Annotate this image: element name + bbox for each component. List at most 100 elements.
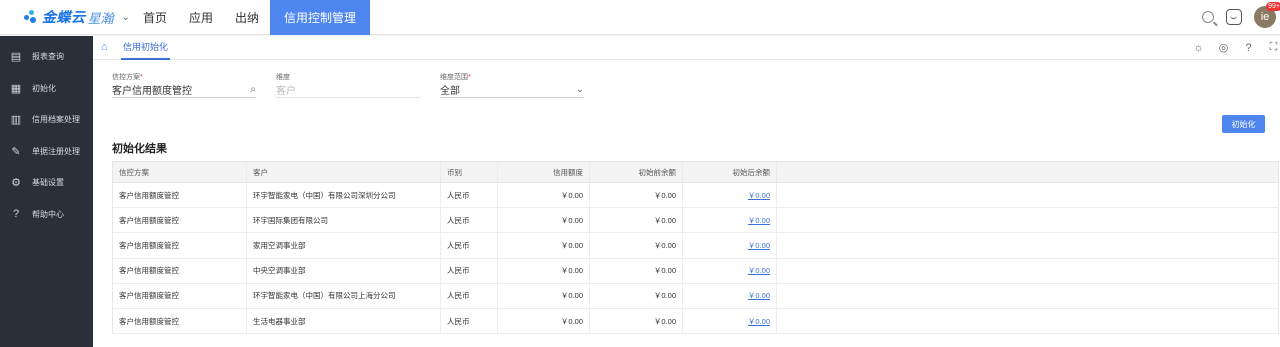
table-cell: 人民币 [441,183,498,208]
table-cell: 生活电器事业部 [247,308,441,334]
dimension-field: 维度 客户 [276,72,420,98]
balance-after-link[interactable]: ￥0.00 [748,190,770,201]
balance-after-link[interactable]: ￥0.00 [748,215,770,226]
table-row[interactable]: 客户信用额度管控 中央空调事业部 人民币 ￥0.00 ￥0.00 ￥0.00 [113,258,1278,284]
table-cell: ￥0.00 [498,183,590,208]
main-content: ⌂ 信用初始化 ☼ ◎ ? ⛶ 信控方案* 客户信用额度管控 ⌕ 维度 客户 维… [93,36,1280,347]
table-cell: ￥0.00 [590,308,683,334]
sidebar-item-document[interactable]: ✎ 单据注册处理 [0,136,93,168]
table-cell: 客户信用额度管控 [113,283,247,308]
dimension-value: 客户 [276,86,296,97]
table-cell: ￥0.00 [498,283,590,308]
table-body: 客户信用额度管控 环宇智能家电（中国）有限公司深圳分公司 人民币 ￥0.00 ￥0.00… [113,183,1278,335]
filter-bar: 信控方案* 客户信用额度管控 ⌕ 维度 客户 维度范围* 全部 ⌄ [112,72,584,98]
column-header[interactable]: 初始前余额 [590,162,683,182]
sidebar-item-label: 报表查询 [32,52,64,62]
sidebar-item-settings[interactable]: ⚙ 基础设置 [0,167,93,199]
table-row[interactable]: 客户信用额度管控 环宇智能家电（中国）有限公司深圳分公司 人民币 ￥0.00 ￥0.00… [113,183,1278,209]
table-cell: ￥0.00 [683,208,777,233]
table-cell: ￥0.00 [590,258,683,283]
dimension-range-select[interactable]: 维度范围* 全部 ⌄ [440,72,584,98]
avatar[interactable]: ie 99+ [1254,2,1280,28]
balance-after-link[interactable]: ￥0.00 [748,240,770,251]
dimension-range-label: 维度范围 [440,74,468,81]
sidebar-item-label: 单据注册处理 [32,146,80,156]
table-cell: ￥0.00 [590,208,683,233]
brand-logo[interactable]: 金蝶云 星瀚 ⌄ [0,7,132,27]
sidebar-item-init[interactable]: ▦ 初始化 [0,73,93,105]
column-header[interactable]: 币别 [441,162,498,182]
nav-credit-control[interactable]: 信用控制管理 [270,0,371,35]
report-icon: ▤ [10,51,22,64]
table-cell: 人民币 [441,308,498,334]
credit-scheme-field[interactable]: 信控方案* 客户信用额度管控 ⌕ [112,72,256,98]
credit-scheme-label: 信控方案 [112,74,140,81]
column-header[interactable]: 信控方案 [113,162,247,182]
nav-cashier[interactable]: 出纳 [224,0,270,35]
section-title: 初始化结果 [112,143,167,155]
nav-apps[interactable]: 应用 [178,0,224,35]
table-cell: ￥0.00 [683,258,777,283]
table-cell: ￥0.00 [683,283,777,308]
sidebar-item-report[interactable]: ▤ 报表查询 [0,41,93,73]
lightbulb-icon[interactable]: ☼ [1192,41,1205,54]
table-cell: 人民币 [441,208,498,233]
tab-bar: ⌂ 信用初始化 ☼ ◎ ? ⛶ [93,36,1280,60]
initialize-button[interactable]: 初始化 [1222,115,1265,133]
dimension-range-value: 全部 [440,86,460,97]
table-cell: 环宇国际集团有限公司 [247,208,441,233]
table-cell: ￥0.00 [498,208,590,233]
balance-after-link[interactable]: ￥0.00 [748,265,770,276]
table-row[interactable]: 客户信用额度管控 环宇国际集团有限公司 人民币 ￥0.00 ￥0.00 ￥0.00 [113,208,1278,234]
nav-home[interactable]: 首页 [132,0,178,35]
avatar-initials: ie [1260,11,1270,23]
sidebar-item-help[interactable]: ? 帮助中心 [0,199,93,231]
table-cell: ￥0.00 [498,233,590,258]
chevron-down-icon[interactable]: ⌄ [122,12,130,23]
fullscreen-icon[interactable]: ⛶ [1267,41,1280,54]
table-cell: 客户信用额度管控 [113,308,247,334]
table-row[interactable]: 客户信用额度管控 家用空调事业部 人民币 ￥0.00 ￥0.00 ￥0.00 [113,233,1278,259]
table-header: 信控方案 客户 币别 信用额度 初始前余额 初始后余额 [113,162,1278,183]
sidebar: ▤ 报表查询 ▦ 初始化 ▥ 信用档案处理 ✎ 单据注册处理 ⚙ 基础设置 ? … [0,36,93,347]
sidebar-item-label: 信用档案处理 [32,115,80,125]
credit-scheme-value: 客户信用额度管控 [112,86,192,97]
service-icon[interactable]: ◎ [1217,41,1230,54]
table-cell: 中央空调事业部 [247,258,441,283]
help-icon: ? [12,208,20,221]
column-header[interactable]: 信用额度 [498,162,590,182]
table-cell: 客户信用额度管控 [113,258,247,283]
tab-credit-init[interactable]: 信用初始化 [121,36,171,60]
table-cell: 人民币 [441,233,498,258]
search-icon[interactable] [1202,11,1214,23]
table-cell: ￥0.00 [498,258,590,283]
brand-subname: 星瀚 [87,10,114,26]
sidebar-item-label: 帮助中心 [32,209,64,219]
table-row[interactable]: 客户信用额度管控 环宇智能家电（中国）有限公司上海分公司 人民币 ￥0.00 ￥0.00… [113,283,1278,309]
gear-icon: ⚙ [11,177,21,190]
table-cell: 环宇智能家电（中国）有限公司深圳分公司 [247,183,441,208]
top-nav: 首页 应用 出纳 信用控制管理 [132,0,371,35]
balance-after-link[interactable]: ￥0.00 [748,290,770,301]
table-cell: 客户信用额度管控 [113,233,247,258]
column-header[interactable]: 初始后余额 [683,162,777,182]
table-row[interactable]: 客户信用额度管控 生活电器事业部 人民币 ￥0.00 ￥0.00 ￥0.00 [113,308,1278,335]
table-cell: 客户信用额度管控 [113,208,247,233]
table-cell: 人民币 [441,283,498,308]
help-circle-icon[interactable]: ? [1242,41,1255,54]
balance-after-link[interactable]: ￥0.00 [748,316,770,327]
column-header[interactable]: 客户 [247,162,441,182]
kingdee-logo-icon [24,10,38,24]
search-icon[interactable]: ⌕ [250,84,256,95]
home-icon[interactable]: ⌂ [101,42,112,53]
message-icon[interactable] [1226,9,1242,25]
table-cell: 客户信用额度管控 [113,183,247,208]
sidebar-item-label: 基础设置 [32,178,64,188]
table-cell: 家用空调事业部 [247,233,441,258]
table-cell: ￥0.00 [590,183,683,208]
table-cell: ￥0.00 [498,308,590,334]
chevron-down-icon[interactable]: ⌄ [576,84,584,95]
table-cell: ￥0.00 [590,283,683,308]
table-cell: ￥0.00 [683,183,777,208]
sidebar-item-archive[interactable]: ▥ 信用档案处理 [0,104,93,136]
